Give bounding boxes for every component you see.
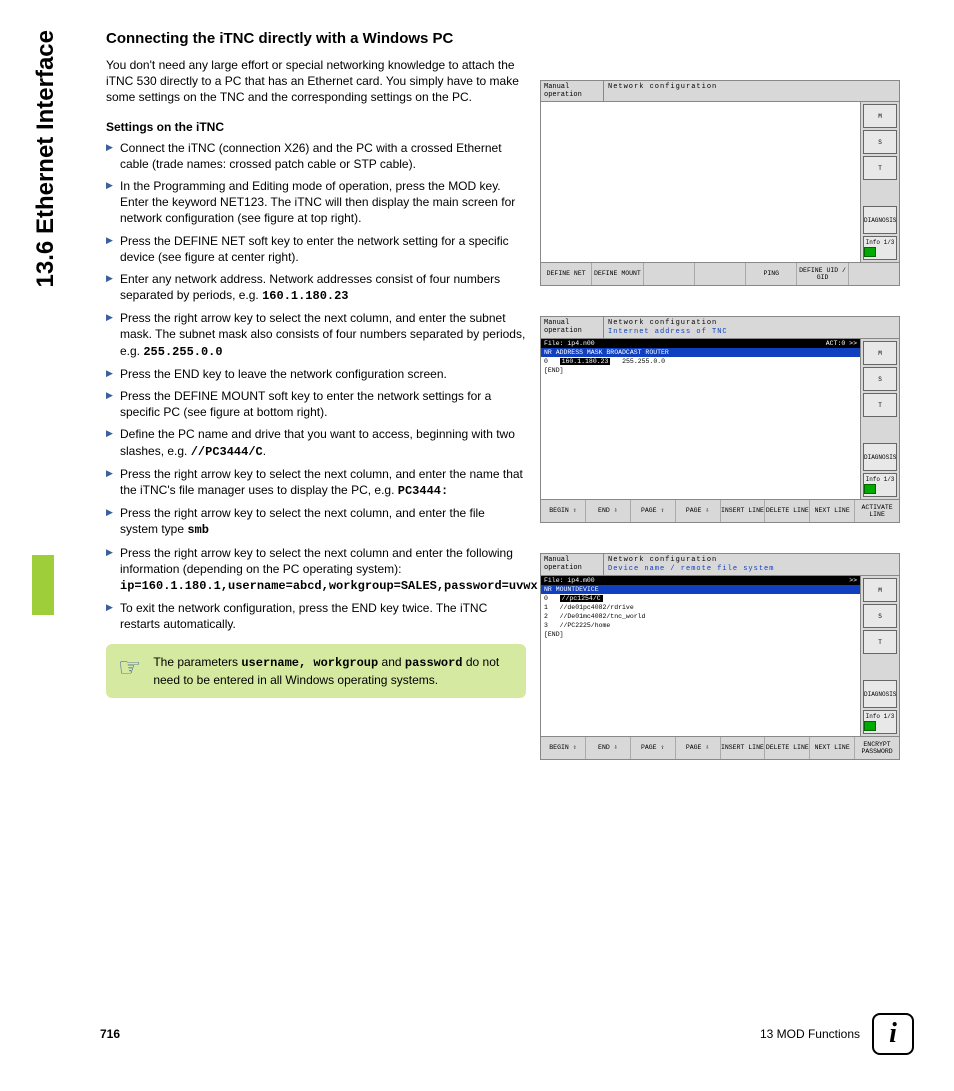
softkey-define-net[interactable]: DEFINE NET xyxy=(541,263,592,285)
side-button-info[interactable]: Info 1/3 xyxy=(863,473,897,497)
info-icon: i xyxy=(872,1013,914,1055)
pointing-hand-icon: ☞ xyxy=(118,654,141,680)
list-item: Press the right arrow key to select the … xyxy=(106,466,526,499)
side-button-info[interactable]: Info 1/3 xyxy=(863,710,897,734)
side-button-s[interactable]: S xyxy=(863,367,897,391)
intro-paragraph: You don't need any large effort or speci… xyxy=(106,57,526,106)
subheading: Settings on the iTNC xyxy=(106,120,526,134)
softkey-insert-line[interactable]: INSERT LINE xyxy=(721,737,766,759)
list-item: Press the END key to leave the network c… xyxy=(106,366,526,382)
page-number: 716 xyxy=(100,1027,120,1041)
list-item: Press the DEFINE MOUNT soft key to enter… xyxy=(106,388,526,420)
softkey-begin[interactable]: BEGIN ⇧ xyxy=(541,737,586,759)
table-row: [END] xyxy=(541,630,860,639)
side-button-t[interactable]: T xyxy=(863,630,897,654)
softkey-next-line[interactable]: NEXT LINE xyxy=(810,737,855,759)
mode-label: Manual operation xyxy=(541,81,604,101)
chapter-label: 13 MOD Functions xyxy=(760,1027,860,1041)
list-item: Press the DEFINE NET soft key to enter t… xyxy=(106,233,526,265)
side-button-m[interactable]: M xyxy=(863,104,897,128)
column-headers: NR ADDRESS MASK BROADCAST ROUTER xyxy=(541,348,860,357)
list-item: Press the right arrow key to select the … xyxy=(106,545,526,595)
accent-bar xyxy=(32,555,54,615)
softkey-page-down[interactable]: PAGE ⇩ xyxy=(676,737,721,759)
softkey-empty xyxy=(644,263,695,285)
figure-network-config-main: Manual operation Network configuration M… xyxy=(540,80,900,286)
softkey-empty xyxy=(695,263,746,285)
side-button-s[interactable]: S xyxy=(863,604,897,628)
softkey-activate-line[interactable]: ACTIVATE LINE xyxy=(855,500,899,522)
side-button-t[interactable]: T xyxy=(863,156,897,180)
softkey-page-up[interactable]: PAGE ⇧ xyxy=(631,737,676,759)
softkey-end[interactable]: END ⇩ xyxy=(586,737,631,759)
softkey-delete-line[interactable]: DELETE LINE xyxy=(765,500,810,522)
note-text: The parameters username, workgroup and p… xyxy=(153,654,514,687)
mode-label: Manual operation xyxy=(541,554,604,575)
side-button-s[interactable]: S xyxy=(863,130,897,154)
softkey-insert-line[interactable]: INSERT LINE xyxy=(721,500,766,522)
page-footer: 716 13 MOD Functions i xyxy=(100,1013,914,1055)
softkey-delete-line[interactable]: DELETE LINE xyxy=(765,737,810,759)
softkey-end[interactable]: END ⇩ xyxy=(586,500,631,522)
table-row[interactable]: 2 //De01mc4082/tnc_world xyxy=(541,612,860,621)
screen-title: Network configuration xyxy=(604,81,899,101)
softkey-page-up[interactable]: PAGE ⇧ xyxy=(631,500,676,522)
side-button-diagnosis[interactable]: DIAGNOSIS xyxy=(863,443,897,471)
table-row: [END] xyxy=(541,366,860,375)
list-item: To exit the network configuration, press… xyxy=(106,600,526,632)
softkey-empty xyxy=(849,263,899,285)
side-button-m[interactable]: M xyxy=(863,341,897,365)
page-heading: Connecting the iTNC directly with a Wind… xyxy=(106,30,526,47)
instruction-list: Connect the iTNC (connection X26) and th… xyxy=(106,140,526,633)
table-row[interactable]: 0 160.1.180.23 255.255.0.0 xyxy=(541,357,860,366)
softkey-ping[interactable]: PING xyxy=(746,263,797,285)
section-tab: 13.6 Ethernet Interface xyxy=(32,30,60,287)
column-headers: NR MOUNTDEVICE xyxy=(541,585,860,594)
note-box: ☞ The parameters username, workgroup and… xyxy=(106,644,526,697)
softkey-define-uid-gid[interactable]: DEFINE UID / GID xyxy=(797,263,848,285)
table-row[interactable]: 3 //PC2225/home xyxy=(541,621,860,630)
list-item: Press the right arrow key to select the … xyxy=(106,310,526,360)
side-button-info[interactable]: Info 1/3 xyxy=(863,236,897,260)
list-item: In the Programming and Editing mode of o… xyxy=(106,178,526,227)
side-button-diagnosis[interactable]: DIAGNOSIS xyxy=(863,206,897,234)
list-item: Enter any network address. Network addre… xyxy=(106,271,526,304)
side-button-diagnosis[interactable]: DIAGNOSIS xyxy=(863,680,897,708)
softkey-next-line[interactable]: NEXT LINE xyxy=(810,500,855,522)
softkey-define-mount[interactable]: DEFINE MOUNT xyxy=(592,263,643,285)
figure-column: Manual operation Network configuration M… xyxy=(540,80,900,790)
list-item: Press the right arrow key to select the … xyxy=(106,505,526,538)
mode-label: Manual operation xyxy=(541,317,604,338)
table-row[interactable]: 1 //de01pc4082/rdrive xyxy=(541,603,860,612)
list-item: Define the PC name and drive that you wa… xyxy=(106,426,526,459)
figure-network-config-device: Manual operation Network configuration D… xyxy=(540,553,900,760)
side-button-m[interactable]: M xyxy=(863,578,897,602)
table-row[interactable]: 0 //pc1254/C xyxy=(541,594,860,603)
screen-title: Network configuration Internet address o… xyxy=(604,317,899,338)
figure-network-config-address: Manual operation Network configuration I… xyxy=(540,316,900,523)
side-button-t[interactable]: T xyxy=(863,393,897,417)
softkey-begin[interactable]: BEGIN ⇧ xyxy=(541,500,586,522)
list-item: Connect the iTNC (connection X26) and th… xyxy=(106,140,526,172)
screen-title: Network configuration Device name / remo… xyxy=(604,554,899,575)
softkey-encrypt-password[interactable]: ENCRYPT PASSWORD xyxy=(855,737,899,759)
softkey-page-down[interactable]: PAGE ⇩ xyxy=(676,500,721,522)
